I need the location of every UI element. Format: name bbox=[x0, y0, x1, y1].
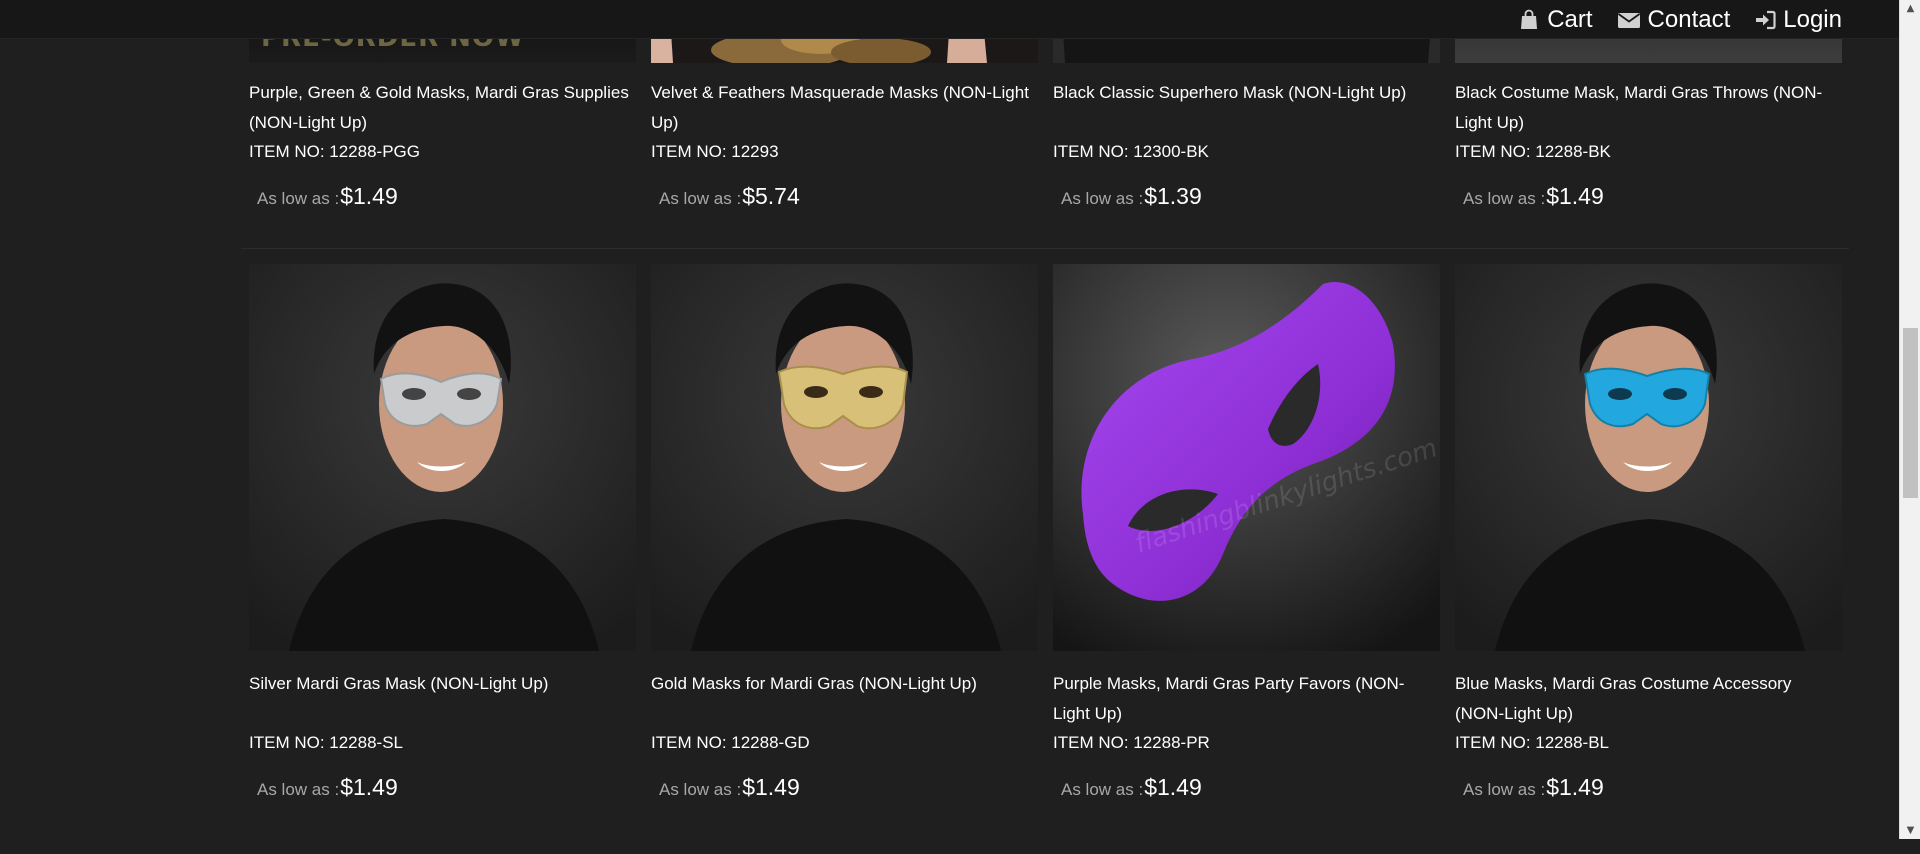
gold-mask-model-image bbox=[651, 264, 1038, 651]
scrollbar-thumb[interactable] bbox=[1903, 328, 1918, 498]
product-title[interactable]: Gold Masks for Mardi Gras (NON-Light Up) bbox=[651, 669, 1038, 729]
scroll-up-arrow-icon[interactable]: ▲ bbox=[1900, 0, 1920, 17]
price-value: $1.49 bbox=[1546, 774, 1604, 800]
product-title[interactable]: Purple, Green & Gold Masks, Mardi Gras S… bbox=[249, 78, 636, 138]
shopping-bag-icon bbox=[1521, 9, 1538, 29]
contact-link[interactable]: Contact bbox=[1617, 5, 1731, 35]
price-value: $1.39 bbox=[1144, 183, 1202, 209]
top-nav: Cart Contact Login bbox=[1518, 5, 1842, 35]
item-number: ITEM NO: 12293 bbox=[651, 142, 779, 161]
price-value: $1.49 bbox=[742, 774, 800, 800]
product-card[interactable]: Silver Mardi Gras Mask (NON-Light Up) IT… bbox=[241, 264, 643, 854]
product-card[interactable]: flashingblinkylights.com Purple Masks, M… bbox=[1045, 264, 1447, 854]
price-label: As low as : bbox=[1463, 780, 1546, 799]
price-label: As low as : bbox=[659, 780, 742, 799]
product-grid: PRE-ORDER NOW Purple, Green & Gold Masks… bbox=[241, 0, 1849, 854]
sign-in-icon bbox=[1756, 10, 1776, 30]
product-image[interactable] bbox=[249, 264, 636, 651]
price-line: As low as : $1.49 bbox=[257, 183, 643, 210]
price-label: As low as : bbox=[257, 189, 340, 208]
price-value: $1.49 bbox=[340, 183, 398, 209]
purple-mask-image: flashingblinkylights.com bbox=[1053, 264, 1440, 651]
price-value: $1.49 bbox=[1144, 774, 1202, 800]
product-image[interactable] bbox=[651, 264, 1038, 651]
login-link[interactable]: Login bbox=[1754, 5, 1842, 35]
top-header: Cart Contact Login bbox=[0, 0, 1899, 39]
item-number: ITEM NO: 12288-GD bbox=[651, 733, 810, 752]
contact-label: Contact bbox=[1647, 6, 1731, 33]
product-title[interactable]: Blue Masks, Mardi Gras Costume Accessory… bbox=[1455, 669, 1842, 729]
price-label: As low as : bbox=[1061, 189, 1144, 208]
item-number: ITEM NO: 12300-BK bbox=[1053, 142, 1209, 161]
item-number: ITEM NO: 12288-BL bbox=[1455, 733, 1610, 752]
product-card[interactable]: Blue Masks, Mardi Gras Costume Accessory… bbox=[1447, 264, 1849, 854]
price-line: As low as : $1.49 bbox=[1061, 774, 1447, 801]
silver-mask-model-image bbox=[249, 264, 636, 651]
scroll-down-arrow-icon[interactable]: ▼ bbox=[1900, 822, 1920, 839]
product-title[interactable]: Velvet & Feathers Masquerade Masks (NON-… bbox=[651, 78, 1038, 138]
blue-mask-model-image bbox=[1455, 264, 1842, 651]
product-title[interactable]: Black Classic Superhero Mask (NON-Light … bbox=[1053, 78, 1440, 138]
product-row: Silver Mardi Gras Mask (NON-Light Up) IT… bbox=[241, 264, 1849, 854]
item-number: ITEM NO: 12288-PR bbox=[1053, 733, 1210, 752]
price-line: As low as : $1.49 bbox=[659, 774, 1045, 801]
page-scrollbar[interactable]: ▲ ▼ bbox=[1899, 0, 1920, 839]
product-title[interactable]: Purple Masks, Mardi Gras Party Favors (N… bbox=[1053, 669, 1440, 729]
envelope-icon bbox=[1617, 13, 1640, 28]
item-number: ITEM NO: 12288-SL bbox=[249, 733, 404, 752]
price-value: $1.49 bbox=[340, 774, 398, 800]
price-label: As low as : bbox=[1061, 780, 1144, 799]
cart-label: Cart bbox=[1547, 6, 1593, 33]
price-line: As low as : $1.49 bbox=[257, 774, 643, 801]
product-card[interactable]: Gold Masks for Mardi Gras (NON-Light Up)… bbox=[643, 264, 1045, 854]
price-line: As low as : $1.49 bbox=[1463, 774, 1849, 801]
price-label: As low as : bbox=[1463, 189, 1546, 208]
product-title[interactable]: Silver Mardi Gras Mask (NON-Light Up) bbox=[249, 669, 636, 729]
product-image[interactable]: flashingblinkylights.com bbox=[1053, 264, 1440, 651]
cart-link[interactable]: Cart bbox=[1518, 5, 1593, 35]
item-number: ITEM NO: 12288-PGG bbox=[249, 142, 420, 161]
item-number: ITEM NO: 12288-BK bbox=[1455, 142, 1611, 161]
price-label: As low as : bbox=[257, 780, 340, 799]
price-line: As low as : $1.49 bbox=[1463, 183, 1849, 210]
product-image[interactable] bbox=[1455, 264, 1842, 651]
price-label: As low as : bbox=[659, 189, 742, 208]
login-label: Login bbox=[1783, 6, 1842, 33]
price-value: $5.74 bbox=[742, 183, 800, 209]
price-line: As low as : $1.39 bbox=[1061, 183, 1447, 210]
product-title[interactable]: Black Costume Mask, Mardi Gras Throws (N… bbox=[1455, 78, 1842, 138]
price-value: $1.49 bbox=[1546, 183, 1604, 209]
price-line: As low as : $5.74 bbox=[659, 183, 1045, 210]
